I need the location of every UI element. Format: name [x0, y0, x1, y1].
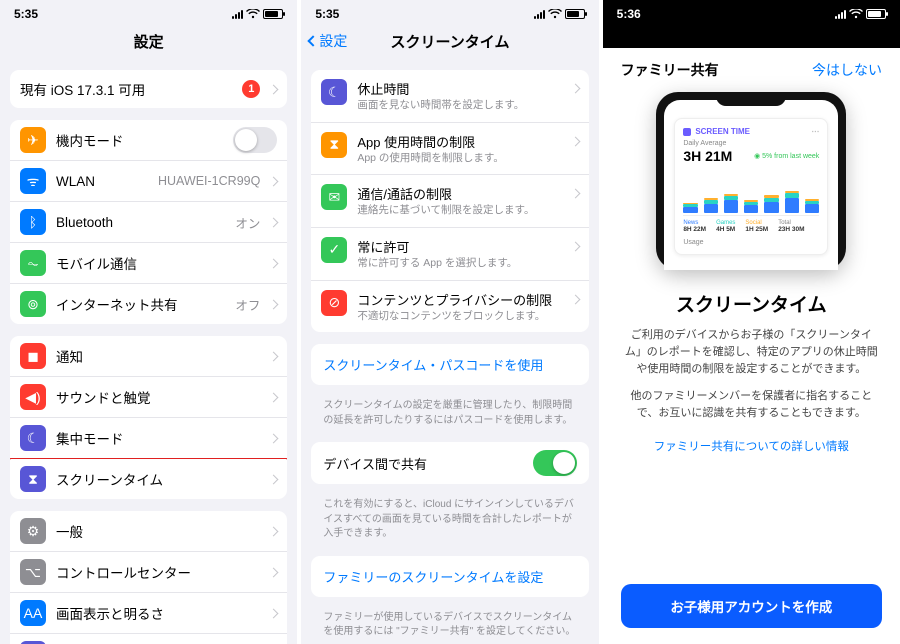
settings-row[interactable]: ⊘ コンテンツとプライバシーの制限不適切なコンテンツをブロックします。 [311, 280, 588, 333]
settings-screen: 5:35 設定 現有 iOS 17.3.1 可用 1 ✈ 機内モードᯤ WLAN… [0, 0, 297, 644]
settings-row[interactable]: ☾ 休止時間画面を見ない時間帯を設定します。 [311, 70, 588, 122]
status-bar: 5:36 [603, 0, 900, 24]
moon-icon: ☾ [20, 425, 46, 451]
create-child-account-button[interactable]: お子様用アカウントを作成 [621, 584, 882, 628]
share-toggle[interactable] [533, 450, 577, 476]
bubble-icon: ✉ [321, 184, 347, 210]
wifi-icon [548, 9, 562, 19]
settings-row[interactable]: ⌥ コントロールセンター [10, 551, 287, 592]
passcode-footer: スクリーンタイムの設定を厳重に管理したり、制限時間の延長を許可したりするにはパス… [309, 397, 590, 434]
signal-icon [232, 9, 243, 19]
settings-row[interactable]: ⚙ 一般 [10, 511, 287, 551]
settings-row[interactable]: ☾ 集中モード [10, 417, 287, 458]
battery-icon [866, 9, 886, 19]
family-footer: ファミリーが使用しているデバイスでスクリーンタイムを使用するには "ファミリー共… [309, 609, 590, 644]
signal-icon [534, 9, 545, 19]
settings-row[interactable]: ◼ 通知 [10, 336, 287, 376]
paragraph-2: 他のファミリーメンバーを保護者に指名することで、お互いに認識を共有することもでき… [607, 388, 896, 422]
battery-icon [263, 9, 283, 19]
learn-more-link[interactable]: ファミリー共有についての詳しい情報 [607, 438, 896, 454]
navbar: 設定 スクリーンタイム [301, 24, 598, 58]
paragraph-1: ご利用のデバイスからお子様の「スクリーンタイム」のレポートを確認し、特定のアプリ… [607, 327, 896, 378]
chevron-icon [269, 567, 279, 577]
bell-icon: ◼ [20, 343, 46, 369]
hourglass-icon: ⧗ [321, 132, 347, 158]
chevron-left-icon [308, 35, 319, 46]
wifi-icon [246, 9, 260, 19]
chevron-icon [570, 241, 580, 251]
status-bar: 5:35 [0, 0, 297, 24]
chevron-icon [570, 84, 580, 94]
page-title: スクリーンタイム [391, 31, 510, 52]
settings-row[interactable]: AA 画面表示と明るさ [10, 592, 287, 633]
chevron-icon [269, 392, 279, 402]
settings-row[interactable]: ✈ 機内モード [10, 120, 287, 160]
chevron-icon [269, 608, 279, 618]
textsize-icon: AA [20, 600, 46, 626]
settings-row[interactable]: ⏦ モバイル通信 [10, 242, 287, 283]
back-button[interactable]: 設定 [309, 31, 347, 51]
sliders-icon: ⌥ [20, 559, 46, 585]
chevron-icon [269, 176, 279, 186]
settings-row[interactable]: ⧗ スクリーンタイム [10, 458, 287, 499]
family-sharing-sheet: 5:36 ファミリー共有 今はしない SCREEN TIME⋯ Daily Av… [603, 0, 900, 644]
chevron-icon [269, 433, 279, 443]
family-screentime-link[interactable]: ファミリーのスクリーンタイムを設定 [311, 556, 588, 597]
settings-row[interactable]: ✉ 通信/通話の制限連絡先に基づいて制限を設定します。 [311, 174, 588, 227]
chevron-icon [269, 351, 279, 361]
badge: 1 [242, 80, 260, 98]
passcode-link[interactable]: スクリーンタイム・パスコードを使用 [311, 344, 588, 385]
settings-row[interactable]: ◀) サウンドと触覚 [10, 376, 287, 417]
chevron-icon [570, 136, 580, 146]
chevron-icon [269, 474, 279, 484]
navbar: 設定 [0, 24, 297, 58]
wifi-icon: ᯤ [20, 168, 46, 194]
chevron-icon [269, 258, 279, 268]
toggle[interactable] [233, 127, 277, 153]
page-title: 設定 [134, 31, 164, 52]
airplane-icon: ✈ [20, 127, 46, 153]
bluetooth-icon: ᛒ [20, 209, 46, 235]
skip-button[interactable]: 今はしない [812, 60, 882, 80]
sheet-title: ファミリー共有 [621, 60, 719, 80]
hotspot-icon: ⊚ [20, 291, 46, 317]
signal-icon [835, 9, 846, 19]
settings-row[interactable]: ⧗ App 使用時間の制限App の使用時間を制限します。 [311, 122, 588, 175]
gear-icon: ⚙ [20, 518, 46, 544]
screentime-screen: 5:35 設定 スクリーンタイム ☾ 休止時間画面を見ない時間帯を設定します。 … [301, 0, 598, 644]
settings-row[interactable]: ▦ ホーム画面 [10, 633, 287, 644]
hourglass-icon: ⧗ [20, 466, 46, 492]
heading: スクリーンタイム [607, 290, 896, 317]
speaker-icon: ◀) [20, 384, 46, 410]
nosign-icon: ⊘ [321, 290, 347, 316]
settings-row[interactable]: ᛒ Bluetoothオン [10, 201, 287, 242]
clock: 5:36 [617, 7, 641, 21]
software-update-row[interactable]: 現有 iOS 17.3.1 可用 1 [10, 70, 287, 108]
chevron-icon [570, 189, 580, 199]
status-bar: 5:35 [301, 0, 598, 24]
moon-icon: ☾ [321, 79, 347, 105]
battery-icon [565, 9, 585, 19]
cellular-icon: ⏦ [20, 250, 46, 276]
check-icon: ✓ [321, 237, 347, 263]
settings-row[interactable]: ᯤ WLANHUAWEI-1CR99Q [10, 160, 287, 201]
chevron-icon [269, 217, 279, 227]
share-footer: これを有効にすると、iCloud にサインインしているデバイスすべての画面を見て… [309, 496, 590, 548]
clock: 5:35 [14, 7, 38, 21]
phone-mockup: SCREEN TIME⋯ Daily Average 3H 21M◉ 5% fr… [656, 92, 846, 270]
clock: 5:35 [315, 7, 339, 21]
chevron-icon [269, 84, 279, 94]
chevron-icon [269, 526, 279, 536]
settings-row[interactable]: ✓ 常に許可常に許可する App を選択します。 [311, 227, 588, 280]
chevron-icon [269, 299, 279, 309]
wifi-icon [849, 9, 863, 19]
chevron-icon [570, 294, 580, 304]
settings-row[interactable]: ⊚ インターネット共有オフ [10, 283, 287, 324]
share-across-devices-row[interactable]: デバイス間で共有 [311, 442, 588, 484]
